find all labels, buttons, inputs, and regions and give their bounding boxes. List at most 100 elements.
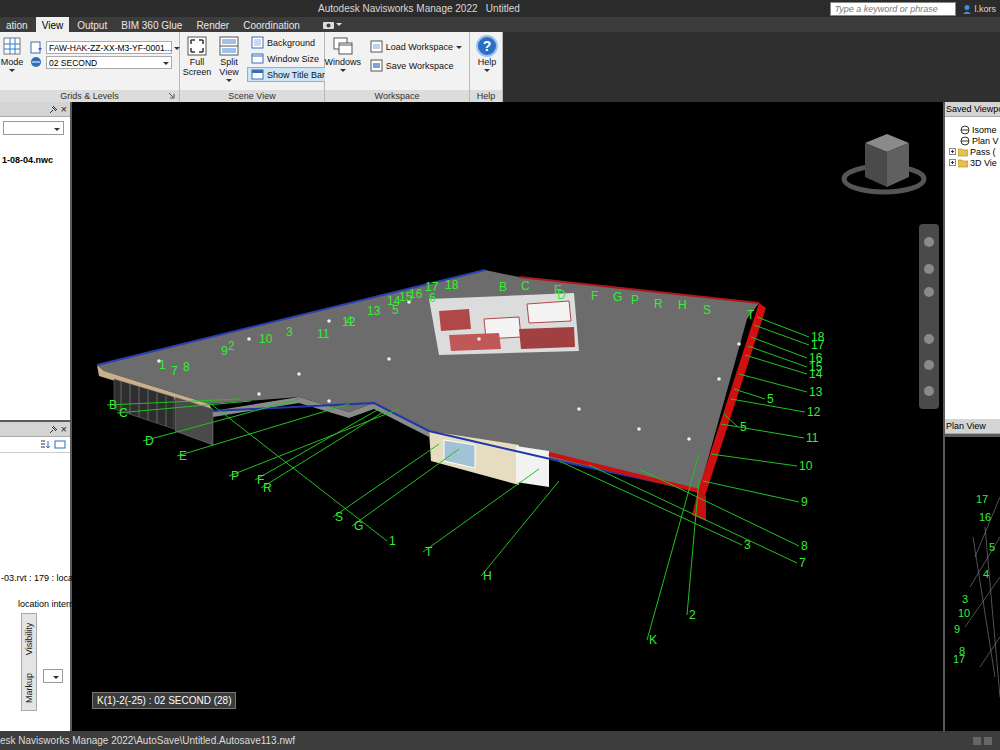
ribbon-small-button[interactable]: Window Size	[247, 51, 334, 66]
side-tab[interactable]: Markup	[22, 666, 36, 710]
viewpoint-item[interactable]: Plan V	[945, 135, 1000, 146]
nav-tool-icon[interactable]	[924, 287, 934, 297]
grid-line	[731, 399, 805, 412]
ribbon-group: Full ScreenSplit ViewBackgroundWindow Si…	[180, 32, 325, 102]
model-marker	[717, 377, 721, 381]
grid-label: 17	[953, 653, 965, 665]
button-label: Help	[478, 57, 497, 67]
side-tab[interactable]: Visibility	[22, 614, 36, 664]
model-part	[449, 333, 501, 351]
grid-label: E	[179, 449, 187, 463]
status-icon	[972, 735, 982, 747]
model-marker	[577, 407, 581, 411]
user-menu[interactable]: l.kors	[962, 4, 996, 14]
viewpoint-item[interactable]: 3D Vie	[945, 157, 1000, 168]
grid-label: 3	[962, 593, 968, 605]
dropdown-arrow-icon	[226, 79, 232, 82]
button-label: Save Workspace	[386, 61, 454, 71]
grid-label: P	[631, 293, 639, 307]
grid-label: 4	[983, 568, 989, 580]
ribbon-small-button[interactable]: Show Title Bars	[247, 67, 334, 82]
workspace-area: ×1-08-04.nwc×-03.rvt : 179 : locatlocati…	[0, 102, 1000, 731]
viewcube-icon[interactable]	[844, 134, 924, 192]
slab-edge	[97, 270, 485, 365]
tree-item[interactable]: 1-08-04.nwc	[0, 155, 70, 165]
3d-viewport[interactable]: 178921031112413514151617186BCEDFGPRHST18…	[72, 102, 943, 731]
group-label: Workspace	[325, 90, 469, 102]
ribbon-small-button[interactable]: Background	[247, 35, 334, 50]
grid-label: 18	[445, 278, 459, 292]
document-icon	[30, 41, 42, 54]
close-button[interactable]: ×	[61, 103, 67, 115]
ribbon-small-button[interactable]: Load Workspace	[366, 39, 466, 54]
grid-label: 1	[159, 358, 166, 372]
panel-title: Saved Viewpoi	[946, 104, 1000, 114]
grid-label: S	[703, 303, 711, 317]
viewpoint-item[interactable]: Pass (	[945, 146, 1000, 157]
panel-header: Plan View	[945, 419, 1000, 434]
ribbon-tab[interactable]: ation	[0, 17, 34, 32]
ribbon-tab[interactable]: Render	[190, 17, 235, 32]
group-label: Help	[470, 90, 502, 102]
ribbon-tab[interactable]: Output	[71, 17, 113, 32]
model-marker	[257, 392, 261, 396]
property-row: -03.rvt : 179 : locat	[0, 573, 70, 585]
grid-label: 10	[799, 459, 813, 473]
dropdown-value: FAW-HAK-ZZ-XX-M3-YF-0001...	[49, 43, 172, 53]
mode-button[interactable]: Mode	[0, 35, 26, 72]
grid-label: 12	[807, 405, 821, 419]
model-marker	[687, 437, 691, 441]
grid-label: 9	[801, 495, 808, 509]
ribbon-tab[interactable]: BIM 360 Glue	[115, 17, 188, 32]
search-field[interactable]	[830, 2, 956, 16]
selection-tree-panel: × 1-08-04.nwc	[0, 102, 70, 420]
grid-file-dropdown[interactable]: FAW-HAK-ZZ-XX-M3-YF-0001...	[46, 41, 172, 54]
grid-line	[423, 469, 539, 552]
pin-icon	[48, 424, 58, 434]
button-label: Split View	[219, 57, 238, 77]
close-button[interactable]: ×	[61, 423, 67, 435]
grid-line	[748, 346, 807, 367]
button-label: Full Screen	[183, 57, 212, 77]
nav-tool-icon[interactable]	[924, 264, 934, 274]
grid-label: 16	[979, 511, 991, 523]
ribbon-tab[interactable]: View	[36, 17, 70, 32]
nav-tool-icon[interactable]	[924, 386, 934, 396]
group-body: Windows Load Workspace Save Workspace	[325, 32, 469, 90]
ribbon-small-button[interactable]: Save Workspace	[366, 58, 466, 73]
grid-label: G	[613, 290, 622, 304]
windows-button[interactable]: Windows	[328, 35, 358, 72]
help-button[interactable]: ?Help	[473, 35, 501, 72]
panel-header: Saved Viewpoi	[945, 102, 1000, 117]
properties-toolbar	[0, 437, 70, 453]
model-part	[429, 293, 579, 355]
dropdown-arrow-icon	[456, 46, 462, 49]
grid-line	[166, 396, 167, 426]
viewpoint-item[interactable]: Isome	[945, 124, 1000, 135]
title-bars-icon	[251, 68, 264, 81]
expand-toggle[interactable]	[949, 159, 956, 166]
nav-tool-icon[interactable]	[924, 237, 934, 247]
quick-access[interactable]	[322, 17, 343, 32]
grid-label: 5	[767, 392, 774, 406]
grid-line	[703, 481, 799, 502]
nav-tool-icon[interactable]	[924, 360, 934, 370]
option-dropdown[interactable]	[43, 669, 63, 683]
grid-label: D	[145, 434, 154, 448]
grid-label: 1	[389, 534, 396, 548]
model-marker	[327, 399, 331, 403]
navigation-bar[interactable]	[919, 224, 939, 409]
help-icon: ?	[476, 35, 498, 57]
nav-tool-icon[interactable]	[924, 334, 934, 344]
model-marker	[737, 342, 741, 346]
ribbon-group: Mode FAW-HAK-ZZ-XX-M3-YF-0001... 02 SECOND…	[0, 32, 180, 102]
model-part	[527, 301, 571, 323]
tree-mode-dropdown[interactable]	[3, 121, 64, 135]
split-view-button[interactable]: Split View	[215, 35, 243, 82]
item-label: Isome	[972, 125, 997, 135]
expand-toggle[interactable]	[949, 148, 956, 155]
ribbon-tab[interactable]: Coordination	[237, 17, 306, 32]
grid-label: 9	[221, 344, 228, 358]
full-screen-button[interactable]: Full Screen	[183, 35, 211, 77]
level-dropdown[interactable]: 02 SECOND	[46, 56, 172, 69]
